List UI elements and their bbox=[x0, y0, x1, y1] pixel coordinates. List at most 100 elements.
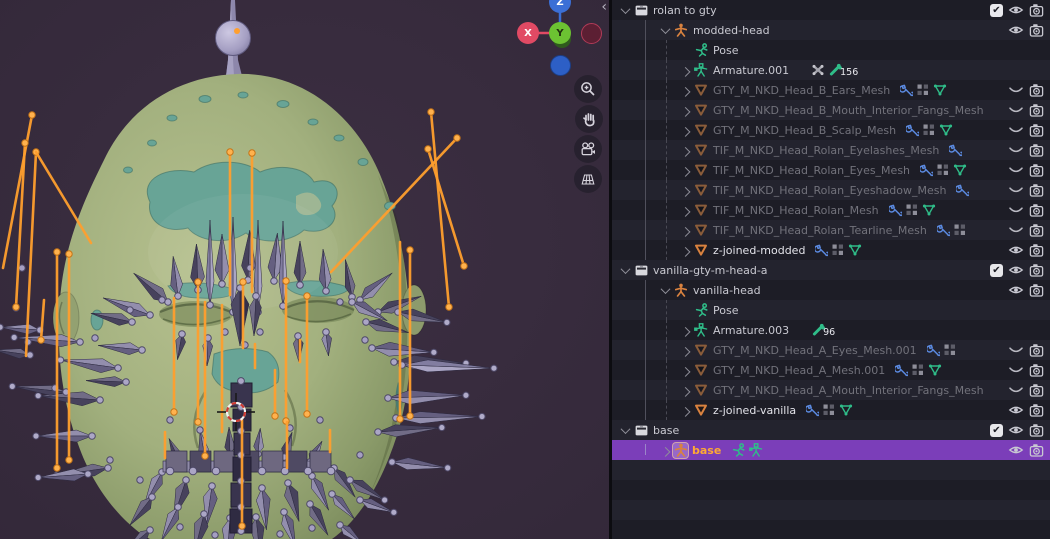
render-camera-toggle[interactable] bbox=[1029, 263, 1044, 278]
wrench-icon[interactable] bbox=[900, 84, 914, 97]
wrench-icon[interactable] bbox=[920, 164, 934, 177]
expand-chevron-icon[interactable] bbox=[678, 146, 692, 157]
expand-chevron-icon[interactable] bbox=[678, 386, 692, 397]
outliner-row-vanilla-head[interactable]: vanilla-head bbox=[612, 280, 1050, 300]
meshdata-icon[interactable] bbox=[939, 124, 953, 136]
wrench-icon[interactable] bbox=[895, 364, 909, 377]
data-icon[interactable] bbox=[823, 404, 835, 416]
projection-button[interactable] bbox=[574, 165, 602, 193]
wrench-icon[interactable] bbox=[936, 224, 950, 237]
meshdata-icon[interactable] bbox=[839, 404, 853, 416]
expand-chevron-icon[interactable] bbox=[678, 126, 692, 137]
armature-figure-icon[interactable] bbox=[749, 443, 763, 457]
meshdata-icon[interactable] bbox=[933, 84, 947, 96]
expand-chevron-icon[interactable] bbox=[678, 206, 692, 217]
expand-chevron-icon[interactable] bbox=[678, 66, 692, 77]
meshdata-icon[interactable] bbox=[928, 364, 942, 376]
render-camera-toggle[interactable] bbox=[1029, 163, 1044, 178]
render-camera-toggle[interactable] bbox=[1029, 443, 1044, 458]
outliner-row-gty-m-nkd-head-b-ears-mesh[interactable]: GTY_M_NKD_Head_B_Ears_Mesh bbox=[612, 80, 1050, 100]
visibility-eye-toggle[interactable] bbox=[1008, 4, 1024, 16]
render-camera-toggle[interactable] bbox=[1029, 383, 1044, 398]
visibility-eye-toggle[interactable] bbox=[1008, 224, 1024, 236]
visibility-eye-toggle[interactable] bbox=[1008, 244, 1024, 256]
visibility-eye-toggle[interactable] bbox=[1008, 184, 1024, 196]
outliner-row-tif-m-nkd-head-rolan-eyeshadow-mesh[interactable]: TIF_M_NKD_Head_Rolan_Eyeshadow_Mesh bbox=[612, 180, 1050, 200]
render-camera-toggle[interactable] bbox=[1029, 423, 1044, 438]
visibility-eye-toggle[interactable] bbox=[1008, 84, 1024, 96]
outliner-row-armature-001[interactable]: Armature.001 156 bbox=[612, 60, 1050, 80]
data-icon[interactable] bbox=[832, 244, 844, 256]
expand-chevron-icon[interactable] bbox=[678, 406, 692, 417]
outliner-row-gty-m-nkd-head-b-scalp-mesh[interactable]: GTY_M_NKD_Head_B_Scalp_Mesh bbox=[612, 120, 1050, 140]
visibility-eye-toggle[interactable] bbox=[1008, 204, 1024, 216]
wrench-icon[interactable] bbox=[906, 124, 920, 137]
outliner-row-z-joined-vanilla[interactable]: z-joined-vanilla bbox=[612, 400, 1050, 420]
render-camera-toggle[interactable] bbox=[1029, 103, 1044, 118]
outliner-row-gty-m-nkd-head-a-mesh-001[interactable]: GTY_M_NKD_Head_A_Mesh.001 bbox=[612, 360, 1050, 380]
visibility-eye-toggle[interactable] bbox=[1008, 444, 1024, 456]
render-camera-toggle[interactable] bbox=[1029, 243, 1044, 258]
outliner-row-tif-m-nkd-head-rolan-mesh[interactable]: TIF_M_NKD_Head_Rolan_Mesh bbox=[612, 200, 1050, 220]
expand-chevron-icon[interactable] bbox=[678, 366, 692, 377]
outliner-row-gty-m-nkd-head-b-mouth-interior-fangs-mesh[interactable]: GTY_M_NKD_Head_B_Mouth_Interior_Fangs_Me… bbox=[612, 100, 1050, 120]
outliner-row-tif-m-nkd-head-rolan-eyelashes-mesh[interactable]: TIF_M_NKD_Head_Rolan_Eyelashes_Mesh bbox=[612, 140, 1050, 160]
expand-chevron-icon[interactable] bbox=[678, 326, 692, 337]
expand-chevron-icon[interactable] bbox=[658, 446, 672, 457]
outliner-row-pose[interactable]: Pose bbox=[612, 40, 1050, 60]
3d-viewport[interactable]: Z X Y ‹ bbox=[0, 0, 609, 539]
meshdata-icon[interactable] bbox=[848, 244, 862, 256]
collection-checkbox[interactable]: ✔ bbox=[990, 3, 1003, 17]
render-camera-toggle[interactable] bbox=[1029, 183, 1044, 198]
expand-chevron-icon[interactable] bbox=[658, 283, 672, 294]
render-camera-toggle[interactable] bbox=[1029, 3, 1044, 18]
data-icon[interactable] bbox=[912, 364, 924, 376]
expand-chevron-icon[interactable] bbox=[618, 3, 632, 14]
render-camera-toggle[interactable] bbox=[1029, 23, 1044, 38]
sidebar-collapse-arrow[interactable]: ‹ bbox=[601, 0, 607, 15]
visibility-eye-toggle[interactable] bbox=[1008, 364, 1024, 376]
render-camera-toggle[interactable] bbox=[1029, 223, 1044, 238]
visibility-eye-toggle[interactable] bbox=[1008, 284, 1024, 296]
gizmo-axis-y[interactable]: Y bbox=[549, 22, 571, 44]
expand-chevron-icon[interactable] bbox=[678, 106, 692, 117]
render-camera-toggle[interactable] bbox=[1029, 363, 1044, 378]
data-icon[interactable] bbox=[954, 224, 966, 236]
wrench-icon[interactable] bbox=[888, 204, 902, 217]
outliner-row-gty-m-nkd-head-a-eyes-mesh-001[interactable]: GTY_M_NKD_Head_A_Eyes_Mesh.001 bbox=[612, 340, 1050, 360]
outliner-row-base[interactable]: base bbox=[612, 440, 1050, 460]
zoom-button[interactable] bbox=[574, 75, 602, 103]
visibility-eye-toggle[interactable] bbox=[1008, 104, 1024, 116]
visibility-eye-toggle[interactable] bbox=[1008, 264, 1024, 276]
render-camera-toggle[interactable] bbox=[1029, 343, 1044, 358]
expand-chevron-icon[interactable] bbox=[618, 263, 632, 274]
visibility-eye-toggle[interactable] bbox=[1008, 384, 1024, 396]
gizmo-axis-x-neg[interactable] bbox=[581, 23, 602, 44]
meshdata-icon[interactable] bbox=[953, 164, 967, 176]
visibility-eye-toggle[interactable] bbox=[1008, 124, 1024, 136]
outliner-row-z-joined-modded[interactable]: z-joined-modded bbox=[612, 240, 1050, 260]
render-camera-toggle[interactable] bbox=[1029, 283, 1044, 298]
outliner-row-armature-003[interactable]: Armature.003 96 bbox=[612, 320, 1050, 340]
visibility-eye-toggle[interactable] bbox=[1008, 424, 1024, 436]
visibility-eye-toggle[interactable] bbox=[1008, 344, 1024, 356]
expand-chevron-icon[interactable] bbox=[678, 166, 692, 177]
expand-chevron-icon[interactable] bbox=[678, 226, 692, 237]
gizmo-axis-z-neg[interactable] bbox=[550, 55, 571, 76]
expand-chevron-icon[interactable] bbox=[678, 246, 692, 257]
pan-button[interactable] bbox=[575, 105, 603, 133]
data-icon[interactable] bbox=[944, 344, 956, 356]
outliner-row-rolan-to-gty[interactable]: rolan to gty ✔ bbox=[612, 0, 1050, 20]
data-icon[interactable] bbox=[917, 84, 929, 96]
expand-chevron-icon[interactable] bbox=[678, 346, 692, 357]
gizmo-axis-x[interactable]: X bbox=[517, 22, 539, 44]
outliner-row-vanilla-gty-m-head-a[interactable]: vanilla-gty-m-head-a ✔ bbox=[612, 260, 1050, 280]
render-camera-toggle[interactable] bbox=[1029, 83, 1044, 98]
render-camera-toggle[interactable] bbox=[1029, 123, 1044, 138]
camera-view-button[interactable] bbox=[574, 135, 602, 163]
expand-chevron-icon[interactable] bbox=[678, 186, 692, 197]
expand-chevron-icon[interactable] bbox=[618, 423, 632, 434]
render-camera-toggle[interactable] bbox=[1029, 143, 1044, 158]
render-camera-toggle[interactable] bbox=[1029, 403, 1044, 418]
outliner-row-modded-head[interactable]: modded-head bbox=[612, 20, 1050, 40]
